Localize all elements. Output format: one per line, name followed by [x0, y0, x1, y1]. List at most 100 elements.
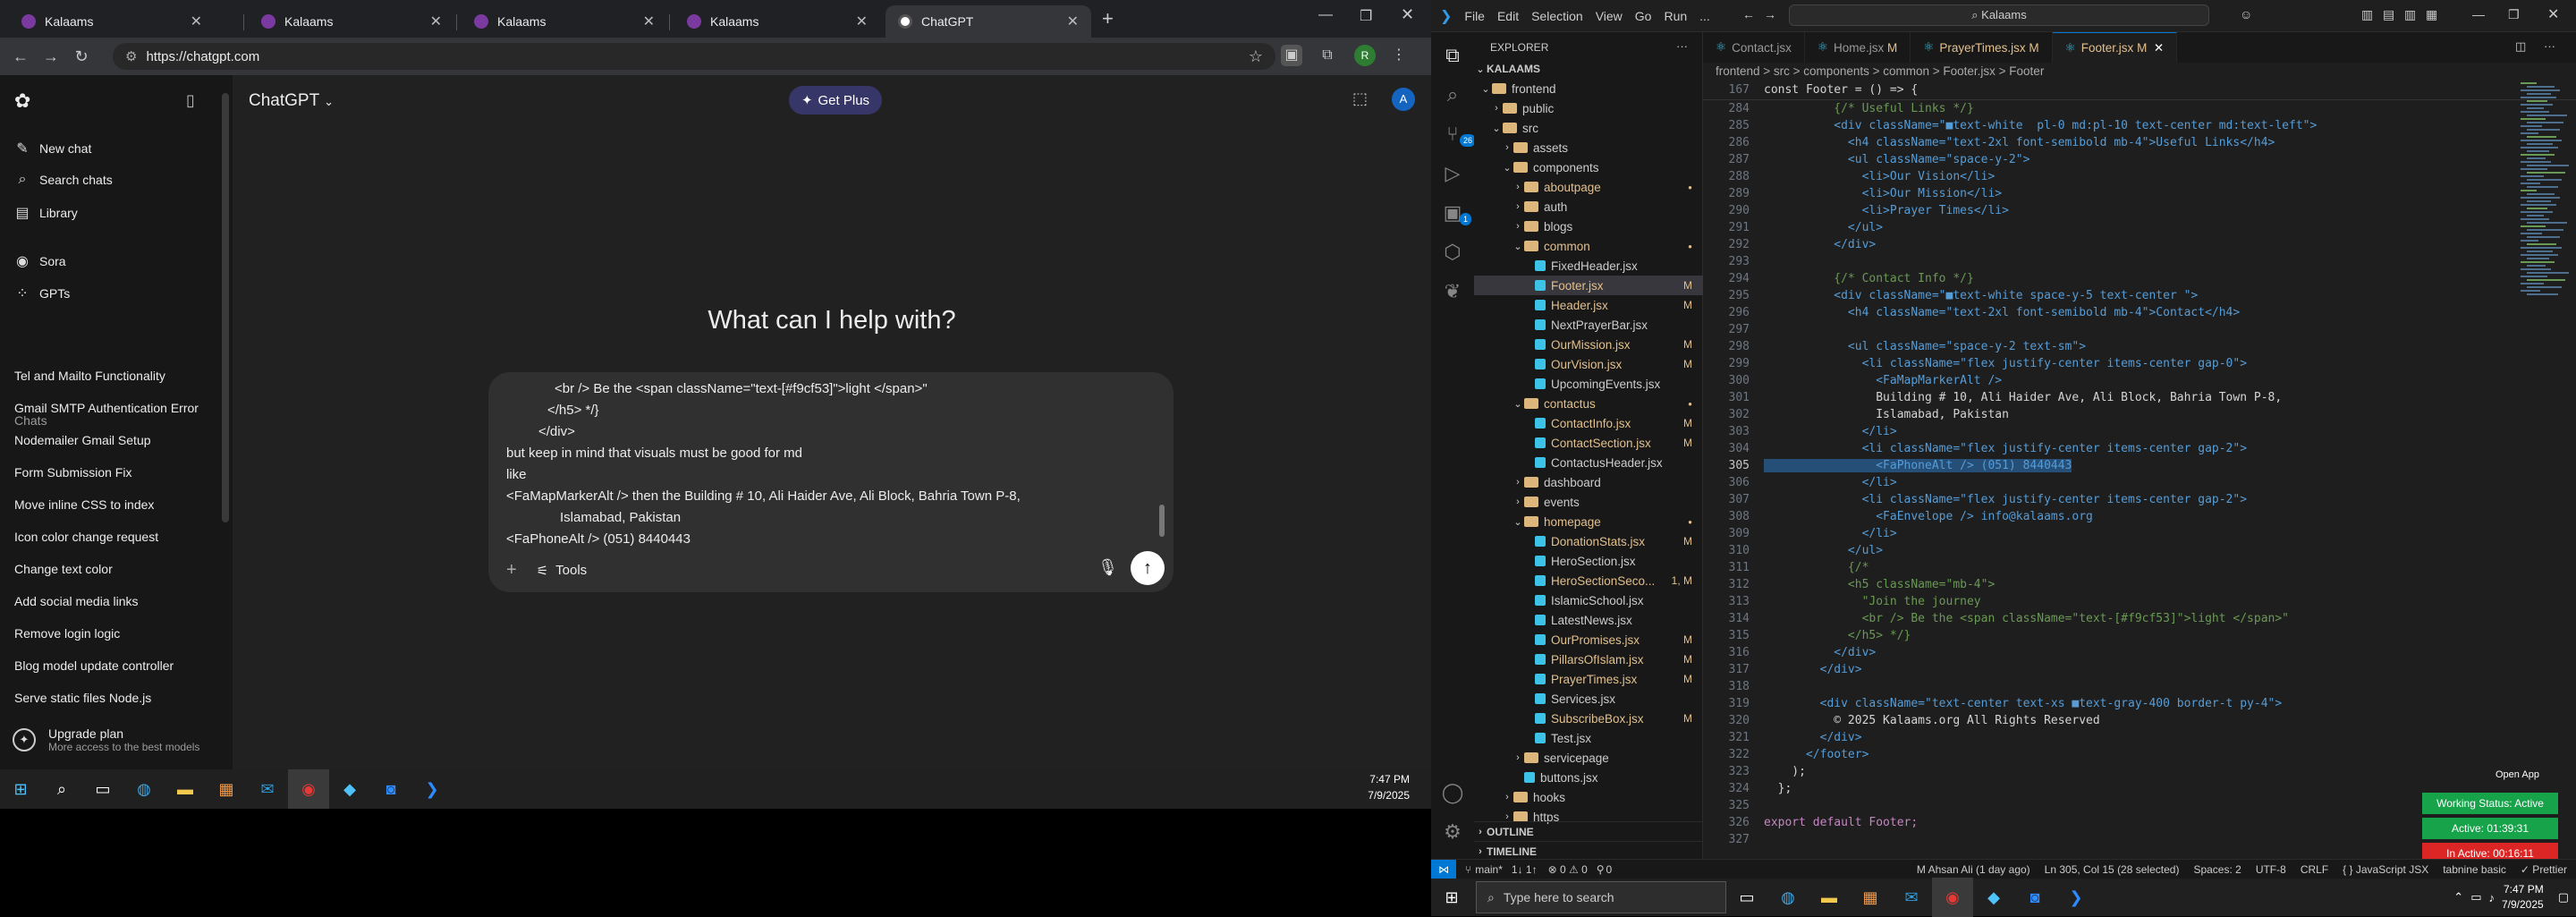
- customize-layout-icon[interactable]: ▦: [2426, 7, 2437, 22]
- close-icon[interactable]: ✕: [1067, 13, 1079, 30]
- sticky-scroll[interactable]: 167 const Footer = () => {: [1703, 82, 2576, 100]
- code-line[interactable]: 287 <ul className="space-y-2">: [1703, 153, 2508, 170]
- code-line[interactable]: 325: [1703, 799, 2508, 816]
- extensions-puzzle-icon[interactable]: ⧉: [1317, 45, 1338, 66]
- code-line[interactable]: 311 {/*: [1703, 561, 2508, 578]
- manage-gear-icon[interactable]: ⚙: [1440, 819, 1465, 845]
- window-close-icon[interactable]: ✕: [2547, 5, 2559, 23]
- mail-icon[interactable]: ✉: [1891, 878, 1932, 917]
- source-control-icon[interactable]: ⑂ 26: [1440, 122, 1477, 147]
- chat-history-item[interactable]: Nodemailer Gmail Setup: [14, 433, 151, 447]
- code-line[interactable]: 297: [1703, 323, 2508, 340]
- open-app-link[interactable]: Open App: [2496, 769, 2539, 780]
- zoom-icon[interactable]: ◙: [370, 769, 411, 809]
- ports-count[interactable]: 0: [1606, 863, 1613, 876]
- tree-folder[interactable]: › dashboard: [1474, 472, 1703, 492]
- tree-file[interactable]: PrayerTimes.jsx M: [1474, 669, 1703, 689]
- forward-icon[interactable]: →: [36, 47, 66, 66]
- code-line[interactable]: 324 };: [1703, 782, 2508, 799]
- sidebar-item-search-chats[interactable]: ⌕ Search chats: [13, 172, 113, 188]
- code-line[interactable]: 296 <h4 className="text-2xl font-semibol…: [1703, 306, 2508, 323]
- tab-prayertimes[interactable]: ⚛ PrayerTimes.jsx M: [1911, 32, 2053, 63]
- layout-panel-icon[interactable]: ▤: [2383, 7, 2394, 22]
- browser-tab-4[interactable]: Kalaams ✕: [674, 5, 880, 38]
- tree-folder[interactable]: › aboutpage ●: [1474, 177, 1703, 197]
- code-line[interactable]: 292 </div>: [1703, 238, 2508, 255]
- tree-folder[interactable]: ⌄ homepage ●: [1474, 512, 1703, 531]
- tree-folder[interactable]: ⌄ frontend: [1474, 79, 1703, 98]
- code-line[interactable]: 300 <FaMapMarkerAlt />: [1703, 374, 2508, 391]
- taskbar-search[interactable]: ⌕ Type here to search: [1476, 881, 1726, 913]
- upgrade-plan-button[interactable]: ✦ Upgrade plan More access to the best m…: [13, 726, 199, 753]
- tree-file[interactable]: OurPromises.jsx M: [1474, 630, 1703, 650]
- copilot-icon[interactable]: ☺: [2240, 7, 2252, 21]
- mail-icon[interactable]: ✉: [247, 769, 288, 809]
- address-bar[interactable]: ⚙ https://chatgpt.com ☆: [113, 43, 1275, 70]
- tree-file[interactable]: ContactSection.jsx M: [1474, 433, 1703, 453]
- app-icon[interactable]: ◆: [1973, 878, 2014, 917]
- tab-footer[interactable]: ⚛ Footer.jsx M ✕: [2052, 32, 2178, 63]
- layout-sidebar-icon[interactable]: ▥: [2361, 7, 2373, 22]
- browser-tab-1[interactable]: Kalaams ✕: [9, 5, 215, 38]
- outline-section[interactable]: › OUTLINE: [1474, 821, 1703, 841]
- line-endings[interactable]: CRLF: [2301, 863, 2328, 876]
- extension-icon[interactable]: ▣: [1281, 45, 1302, 66]
- browser-tab-3[interactable]: Kalaams ✕: [462, 5, 667, 38]
- git-sync[interactable]: 1↓ 1↑: [1512, 863, 1538, 876]
- tools-button[interactable]: Tools: [555, 563, 587, 578]
- tree-folder[interactable]: › assets: [1474, 138, 1703, 157]
- code-line[interactable]: 316 </div>: [1703, 646, 2508, 663]
- tree-folder[interactable]: › servicepage: [1474, 748, 1703, 768]
- breadcrumb[interactable]: frontend > src > components > common > F…: [1716, 64, 2044, 78]
- back-icon[interactable]: ←: [5, 47, 36, 66]
- model-selector[interactable]: ChatGPT ⌄: [249, 91, 334, 111]
- close-icon[interactable]: ✕: [643, 13, 655, 30]
- remote-explorer-icon[interactable]: ⬡: [1440, 240, 1465, 265]
- temporary-chat-icon[interactable]: ⬚: [1352, 89, 1368, 108]
- code-line[interactable]: 301 Building # 10, Ali Haider Ave, Ali B…: [1703, 391, 2508, 408]
- tree-file[interactable]: LatestNews.jsx: [1474, 610, 1703, 630]
- menu-go[interactable]: Go: [1635, 9, 1652, 23]
- chat-history-item[interactable]: Remove login logic: [14, 626, 120, 641]
- language-mode[interactable]: { } JavaScript JSX: [2343, 863, 2428, 876]
- code-line[interactable]: 327: [1703, 833, 2508, 850]
- profile-avatar[interactable]: R: [1354, 45, 1376, 66]
- code-line[interactable]: 309 </li>: [1703, 527, 2508, 544]
- command-center[interactable]: ⌕ Kalaams: [1789, 4, 2209, 26]
- code-line[interactable]: 308 <FaEnvelope /> info@kalaams.org: [1703, 510, 2508, 527]
- composer-scrollbar[interactable]: [1159, 505, 1165, 537]
- code-line[interactable]: 318: [1703, 680, 2508, 697]
- tree-folder[interactable]: › events: [1474, 492, 1703, 512]
- openai-logo-icon[interactable]: ✿: [14, 89, 30, 113]
- chrome-menu-icon[interactable]: ⋮: [1388, 45, 1410, 66]
- reload-icon[interactable]: ↻: [66, 47, 97, 66]
- sidebar-item-library[interactable]: ▤ Library: [13, 204, 77, 222]
- tree-file[interactable]: OurVision.jsx M: [1474, 354, 1703, 374]
- code-line[interactable]: 306 </li>: [1703, 476, 2508, 493]
- chat-history-item[interactable]: Icon color change request: [14, 530, 158, 544]
- tree-file[interactable]: IslamicSchool.jsx: [1474, 590, 1703, 610]
- code-line[interactable]: 313 "Join the journey: [1703, 595, 2508, 612]
- chat-history-item[interactable]: Serve static files Node.js: [14, 691, 151, 705]
- cursor-position[interactable]: Ln 305, Col 15 (28 selected): [2045, 863, 2180, 876]
- task-view-icon[interactable]: ▭: [1726, 878, 1767, 917]
- tree-file[interactable]: HeroSectionSeco... 1, M: [1474, 571, 1703, 590]
- tree-folder[interactable]: › auth: [1474, 197, 1703, 217]
- chrome-icon[interactable]: ◉: [288, 769, 329, 809]
- chat-history-item[interactable]: Blog model update controller: [14, 658, 174, 673]
- tree-folder[interactable]: › blogs: [1474, 217, 1703, 236]
- tree-file[interactable]: Footer.jsx M: [1474, 276, 1703, 295]
- code-line[interactable]: 315 </h5> */}: [1703, 629, 2508, 646]
- code-line[interactable]: 284 {/* Useful Links */}: [1703, 102, 2508, 119]
- code-line[interactable]: 288 <li>Our Vision</li>: [1703, 170, 2508, 187]
- microphone-icon[interactable]: 🎙: [1097, 558, 1118, 577]
- menu-edit[interactable]: Edit: [1497, 9, 1519, 23]
- volume-icon[interactable]: ♪: [2488, 891, 2495, 904]
- account-avatar[interactable]: A: [1392, 88, 1415, 111]
- vscode-icon[interactable]: ❯: [2055, 878, 2097, 917]
- problems-count[interactable]: ⊗ 0 ⚠ 0: [1548, 863, 1588, 876]
- layout-secondary-icon[interactable]: ▥: [2404, 7, 2416, 22]
- code-line[interactable]: 307 <li className="flex justify-center i…: [1703, 493, 2508, 510]
- code-line[interactable]: 320 © 2025 Kalaams.org All Rights Reserv…: [1703, 714, 2508, 731]
- code-line[interactable]: 314 <br /> Be the <span className="text-…: [1703, 612, 2508, 629]
